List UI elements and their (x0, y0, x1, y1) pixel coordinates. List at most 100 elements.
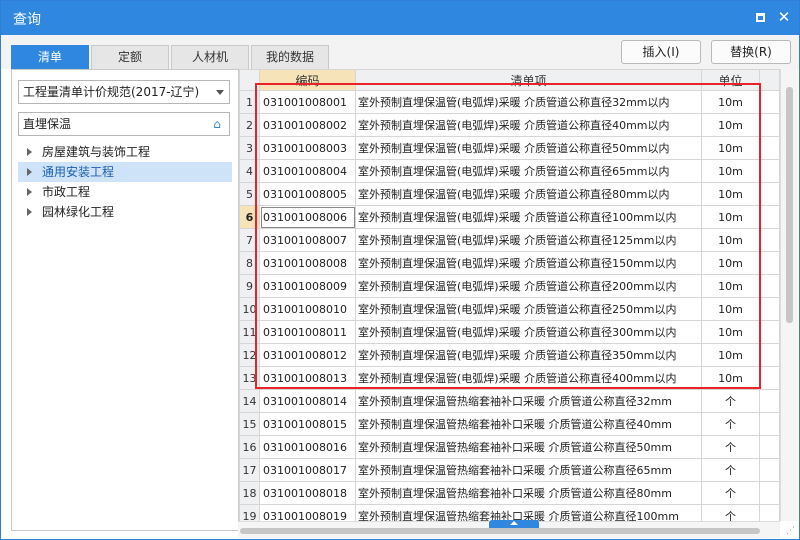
cell-code[interactable]: 031001008005 (259, 182, 356, 206)
table-row[interactable]: 6 031001008006 室外预制直埋保温管(电弧焊)采暖 介质管道公称直径10… (239, 205, 780, 229)
cell-code[interactable]: 031001008019 (259, 504, 356, 521)
cell-unit[interactable]: 10m (701, 297, 760, 321)
cell-code[interactable]: 031001008018 (259, 481, 356, 505)
cell-item[interactable]: 室外预制直埋保温管热缩套袖补口采暖 介质管道公称直径40mm (355, 412, 702, 436)
cell-item[interactable]: 室外预制直埋保温管(电弧焊)采暖 介质管道公称直径50mm以内 (355, 136, 702, 160)
table-row[interactable]: 11 031001008011 室外预制直埋保温管(电弧焊)采暖 介质管道公称直径3… (239, 320, 780, 344)
cell-unit[interactable]: 个 (701, 412, 760, 436)
tree-item-installation[interactable]: 通用安装工程 (18, 162, 232, 182)
cell-code[interactable]: 031001008010 (259, 297, 356, 321)
cell-code[interactable]: 031001008002 (259, 113, 356, 137)
cell-item[interactable]: 室外预制直埋保温管(电弧焊)采暖 介质管道公称直径300mm以内 (355, 320, 702, 344)
cell-code[interactable]: 031001008004 (259, 159, 356, 183)
table-row[interactable]: 3 031001008003 室外预制直埋保温管(电弧焊)采暖 介质管道公称直径50… (239, 136, 780, 160)
row-number[interactable]: 13 (239, 366, 260, 390)
table-row[interactable]: 10 031001008010 室外预制直埋保温管(电弧焊)采暖 介质管道公称直径2… (239, 297, 780, 321)
cell-item[interactable]: 室外预制直埋保温管热缩套袖补口采暖 介质管道公称直径65mm (355, 458, 702, 482)
cell-unit[interactable]: 10m (701, 113, 760, 137)
tree-item-building[interactable]: 房屋建筑与装饰工程 (18, 142, 232, 162)
cell-unit[interactable]: 个 (701, 389, 760, 413)
cell-item[interactable]: 室外预制直埋保温管热缩套袖补口采暖 介质管道公称直径80mm (355, 481, 702, 505)
table-row[interactable]: 13 031001008013 室外预制直埋保温管(电弧焊)采暖 介质管道公称直径4… (239, 366, 780, 390)
row-number[interactable]: 18 (239, 481, 260, 505)
cell-code[interactable]: 031001008001 (259, 90, 356, 114)
cell-code[interactable]: 031001008014 (259, 389, 356, 413)
cell-code[interactable]: 031001008012 (259, 343, 356, 367)
table-row[interactable]: 8 031001008008 室外预制直埋保温管(电弧焊)采暖 介质管道公称直径15… (239, 251, 780, 275)
table-row[interactable]: 19 031001008019 室外预制直埋保温管热缩套袖补口采暖 介质管道公称直径… (239, 504, 780, 521)
cell-unit[interactable]: 10m (701, 159, 760, 183)
cell-code[interactable]: 031001008003 (259, 136, 356, 160)
cell-code[interactable]: 031001008013 (259, 366, 356, 390)
cell-code[interactable]: 031001008015 (259, 412, 356, 436)
cell-unit[interactable]: 10m (701, 366, 760, 390)
insert-button[interactable]: 插入(I) (621, 40, 701, 64)
row-number[interactable]: 1 (239, 90, 260, 114)
table-row[interactable]: 2 031001008002 室外预制直埋保温管(电弧焊)采暖 介质管道公称直径40… (239, 113, 780, 137)
cell-item[interactable]: 室外预制直埋保温管热缩套袖补口采暖 介质管道公称直径50mm (355, 435, 702, 459)
vertical-scroll-thumb[interactable] (786, 87, 793, 323)
cell-unit[interactable]: 10m (701, 251, 760, 275)
expand-arrow-icon[interactable] (27, 148, 32, 156)
table-row[interactable]: 9 031001008009 室外预制直埋保温管(电弧焊)采暖 介质管道公称直径20… (239, 274, 780, 298)
horizontal-scroll-thumb[interactable] (240, 528, 760, 534)
search-input[interactable]: 直埋保温 ⌂ (18, 112, 230, 136)
cell-item[interactable]: 室外预制直埋保温管(电弧焊)采暖 介质管道公称直径200mm以内 (355, 274, 702, 298)
cell-item[interactable]: 室外预制直埋保温管热缩套袖补口采暖 介质管道公称直径32mm (355, 389, 702, 413)
search-icon[interactable]: ⌂ (210, 117, 224, 131)
cell-item[interactable]: 室外预制直埋保温管(电弧焊)采暖 介质管道公称直径125mm以内 (355, 228, 702, 252)
cell-code[interactable]: 031001008008 (259, 251, 356, 275)
replace-button[interactable]: 替换(R) (711, 40, 791, 64)
table-row[interactable]: 12 031001008012 室外预制直埋保温管(电弧焊)采暖 介质管道公称直径3… (239, 343, 780, 367)
collapse-panel-button[interactable] (489, 520, 539, 528)
row-number[interactable]: 8 (239, 251, 260, 275)
table-row[interactable]: 16 031001008016 室外预制直埋保温管热缩套袖补口采暖 介质管道公称直径… (239, 435, 780, 459)
table-row[interactable]: 15 031001008015 室外预制直埋保温管热缩套袖补口采暖 介质管道公称直径… (239, 412, 780, 436)
maximize-button[interactable] (750, 7, 770, 27)
cell-unit[interactable]: 个 (701, 435, 760, 459)
spec-select[interactable]: 工程量清单计价规范(2017-辽宁) (18, 80, 230, 104)
cell-item[interactable]: 室外预制直埋保温管(电弧焊)采暖 介质管道公称直径250mm以内 (355, 297, 702, 321)
row-number[interactable]: 15 (239, 412, 260, 436)
row-number[interactable]: 14 (239, 389, 260, 413)
tab-dinge[interactable]: 定额 (91, 45, 169, 69)
table-row[interactable]: 1 031001008001 室外预制直埋保温管(电弧焊)采暖 介质管道公称直径32… (239, 90, 780, 114)
row-number[interactable]: 3 (239, 136, 260, 160)
expand-arrow-icon[interactable] (27, 208, 32, 216)
tab-my-data[interactable]: 我的数据 (251, 45, 329, 69)
tree-item-municipal[interactable]: 市政工程 (18, 182, 232, 202)
tab-qingdan[interactable]: 清单 (11, 45, 89, 69)
cell-code[interactable]: 031001008007 (259, 228, 356, 252)
row-number[interactable]: 16 (239, 435, 260, 459)
cell-unit[interactable]: 10m (701, 274, 760, 298)
cell-unit[interactable]: 个 (701, 504, 760, 521)
vertical-scrollbar[interactable] (780, 69, 798, 521)
cell-item[interactable]: 室外预制直埋保温管(电弧焊)采暖 介质管道公称直径350mm以内 (355, 343, 702, 367)
cell-code[interactable]: 031001008006 (259, 205, 356, 229)
cell-unit[interactable]: 10m (701, 343, 760, 367)
cell-unit[interactable]: 10m (701, 205, 760, 229)
tree-item-landscape[interactable]: 园林绿化工程 (18, 202, 232, 222)
cell-unit[interactable]: 个 (701, 481, 760, 505)
cell-code[interactable]: 031001008009 (259, 274, 356, 298)
table-row[interactable]: 14 031001008014 室外预制直埋保温管热缩套袖补口采暖 介质管道公称直径… (239, 389, 780, 413)
row-number[interactable]: 19 (239, 504, 260, 521)
cell-unit[interactable]: 个 (701, 458, 760, 482)
row-number[interactable]: 9 (239, 274, 260, 298)
cell-unit[interactable]: 10m (701, 320, 760, 344)
row-number[interactable]: 6 (239, 205, 260, 229)
cell-item[interactable]: 室外预制直埋保温管(电弧焊)采暖 介质管道公称直径32mm以内 (355, 90, 702, 114)
table-row[interactable]: 7 031001008007 室外预制直埋保温管(电弧焊)采暖 介质管道公称直径12… (239, 228, 780, 252)
cell-code[interactable]: 031001008011 (259, 320, 356, 344)
expand-arrow-icon[interactable] (27, 188, 32, 196)
resize-grip-icon[interactable]: ⋰ (786, 525, 798, 537)
cell-item[interactable]: 室外预制直埋保温管(电弧焊)采暖 介质管道公称直径400mm以内 (355, 366, 702, 390)
row-number[interactable]: 7 (239, 228, 260, 252)
cell-unit[interactable]: 10m (701, 136, 760, 160)
row-number[interactable]: 10 (239, 297, 260, 321)
column-header-code[interactable]: 编码 (259, 69, 356, 91)
column-header-unit[interactable]: 单位 (701, 69, 760, 91)
row-number[interactable]: 2 (239, 113, 260, 137)
tab-rencaiji[interactable]: 人材机 (171, 45, 249, 69)
row-number[interactable]: 12 (239, 343, 260, 367)
